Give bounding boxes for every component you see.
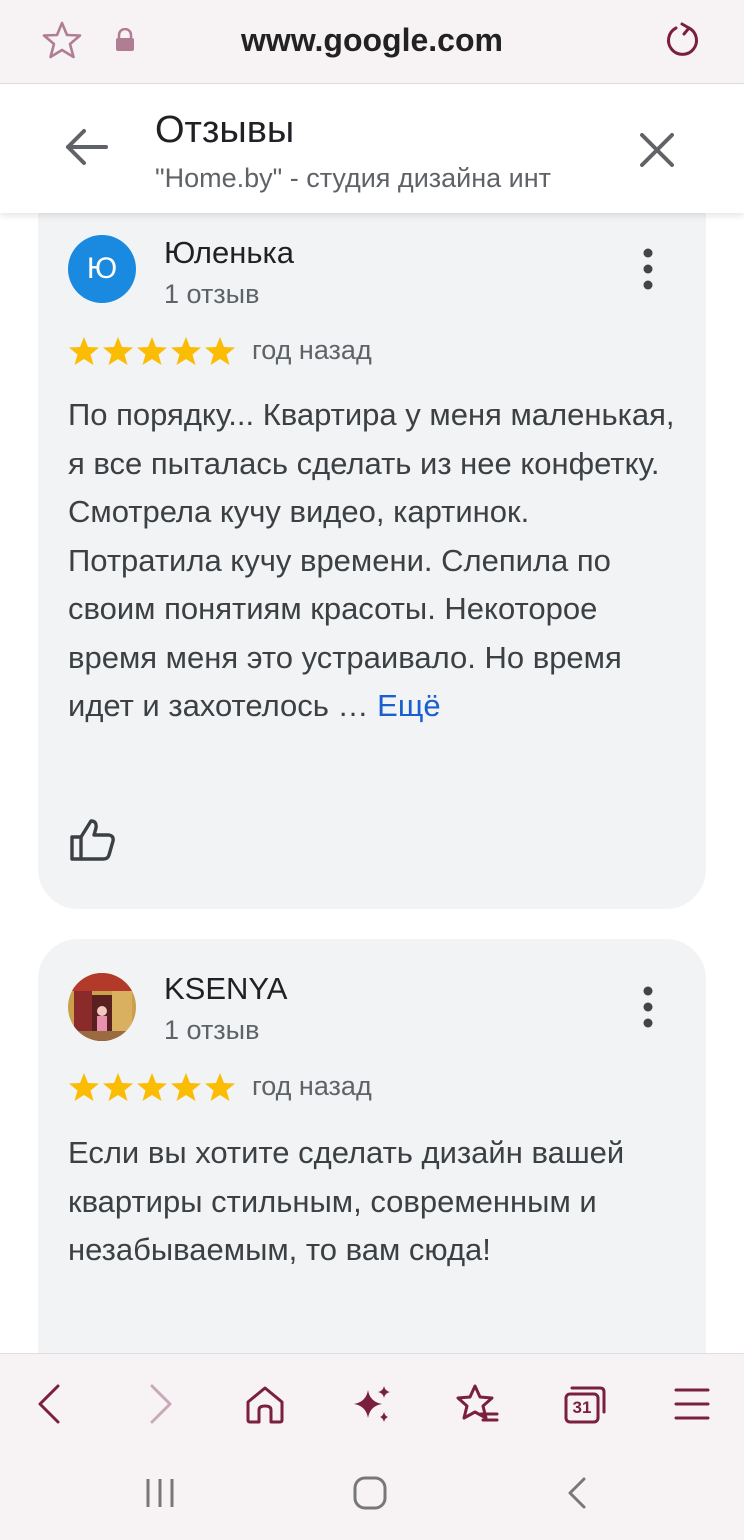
system-navigation-bar [0,1451,744,1540]
star-rating [68,335,236,367]
more-options-icon[interactable] [636,247,660,291]
star-icon [69,337,99,365]
review-text: По порядку... Квартира у меня маленькая,… [68,391,678,731]
more-options-icon[interactable] [636,985,660,1029]
star-icon [205,1073,235,1101]
avatar[interactable]: Ю [68,235,136,303]
reviews-header: Отзывы "Home.by" - студия дизайна инт [0,85,744,213]
browser-toolbar: 31 [0,1353,744,1451]
home-icon[interactable] [243,1382,287,1426]
review-author[interactable]: KSENYA [164,971,287,1007]
review-text-body: По порядку... Квартира у меня маленькая,… [68,397,675,723]
menu-icon[interactable] [670,1382,714,1426]
review-date: год назад [252,335,372,365]
star-icon [103,1073,133,1101]
avatar-photo [68,973,136,1041]
review-count: 1 отзыв [164,1015,260,1045]
star-icon [171,1073,201,1101]
star-icon [171,337,201,365]
close-icon[interactable] [634,127,680,173]
reload-icon[interactable] [662,20,702,60]
tabs-icon[interactable]: 31 [562,1382,608,1426]
star-icon [69,1073,99,1101]
avatar[interactable] [68,973,136,1041]
star-rating [68,1071,236,1103]
review-card: KSENYA 1 отзыв год назад Если вы хотите … [38,939,706,1353]
ai-sparkle-icon[interactable] [350,1382,394,1426]
bookmarks-icon[interactable] [455,1382,499,1426]
star-icon [137,1073,167,1101]
review-author[interactable]: Юленька [164,235,294,271]
forward-icon[interactable] [138,1382,182,1426]
tabs-count: 31 [572,1398,592,1417]
review-count: 1 отзыв [164,279,260,309]
star-icon [205,337,235,365]
page-title: Отзывы [155,109,295,151]
review-card: Ю Юленька 1 отзыв год назад По порядку..… [38,213,706,909]
review-text: Если вы хотите сделать дизайн вашей квар… [68,1135,625,1267]
home-button-icon[interactable] [350,1473,390,1513]
star-icon [137,337,167,365]
recent-apps-icon[interactable] [142,1473,178,1513]
url-text[interactable]: www.google.com [0,22,744,59]
system-back-icon[interactable] [562,1473,592,1513]
more-link[interactable]: Ещё [377,688,440,723]
back-icon[interactable] [28,1382,72,1426]
page-subtitle: "Home.by" - студия дизайна инт [155,163,552,193]
browser-url-bar: www.google.com [0,0,744,84]
reviews-list[interactable]: Ю Юленька 1 отзыв год назад По порядку..… [0,213,744,1353]
back-arrow-icon[interactable] [62,127,110,167]
star-icon [103,337,133,365]
review-date: год назад [252,1071,372,1101]
thumbs-up-icon[interactable] [68,817,116,863]
